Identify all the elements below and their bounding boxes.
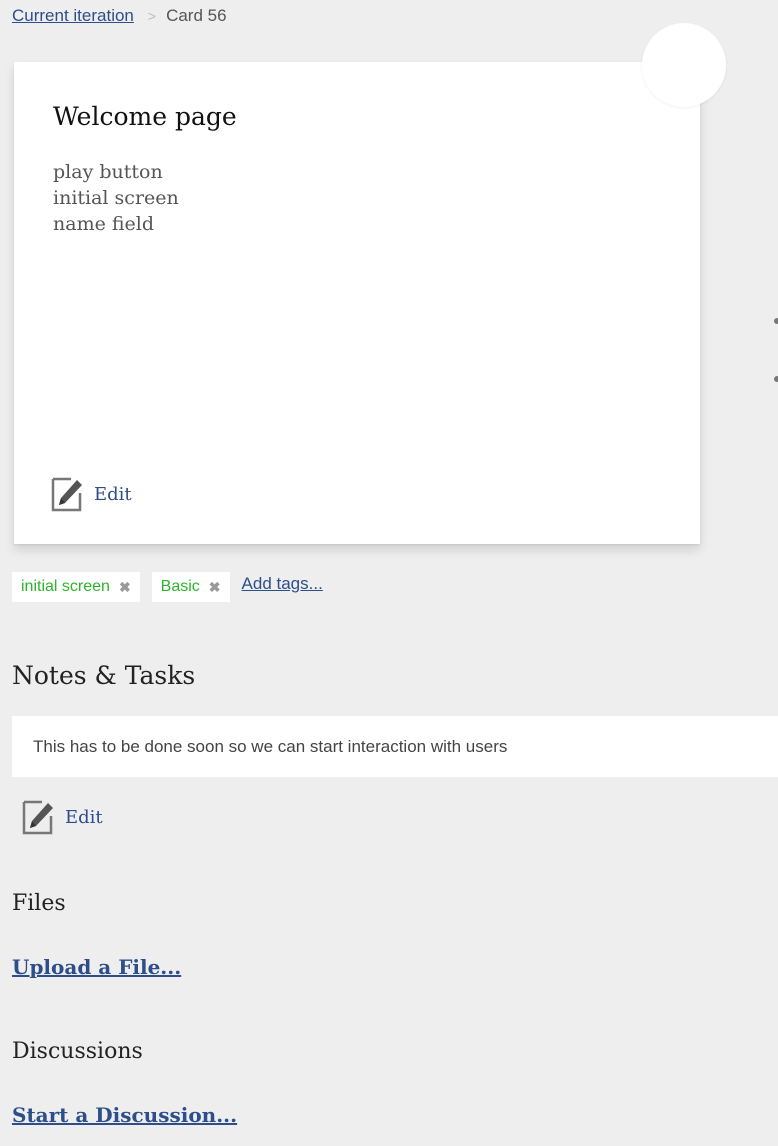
avatar[interactable] [642, 23, 726, 107]
card-description: play button initial screen name field [53, 159, 179, 237]
tag-initial-screen: initial screen ✖ [12, 572, 140, 602]
breadcrumb-separator: > [147, 8, 157, 24]
card-description-line: initial screen [53, 187, 179, 209]
upload-file-link[interactable]: Upload a File... [12, 955, 181, 979]
breadcrumb-current: Card 56 [166, 6, 227, 25]
notes-edit-label: Edit [65, 806, 103, 828]
story-card: Welcome page play button initial screen … [14, 62, 700, 544]
notes-title: Notes & Tasks [12, 661, 196, 690]
tag-label: initial screen [21, 578, 110, 595]
start-discussion-link[interactable]: Start a Discussion... [12, 1103, 237, 1127]
breadcrumb: Current iteration > Card 56 [12, 6, 227, 26]
card-edit-label: Edit [94, 483, 132, 505]
breadcrumb-current-iteration-link[interactable]: Current iteration [12, 6, 134, 26]
tag-basic: Basic ✖ [151, 572, 230, 602]
tag-list: initial screen ✖ Basic ✖ Add tags... [12, 572, 323, 602]
add-tags-link[interactable]: Add tags... [242, 574, 323, 594]
tag-label: Basic [160, 578, 200, 595]
card-description-line: play button [53, 161, 163, 183]
notes-text: This has to be done soon so we can start… [33, 736, 508, 756]
card-title: Welcome page [53, 102, 237, 131]
close-icon[interactable]: ✖ [209, 579, 221, 596]
more-dot-icon[interactable] [774, 376, 778, 382]
card-edit-button[interactable]: Edit [50, 475, 132, 513]
files-title: Files [12, 891, 66, 916]
card-description-line: name field [53, 213, 155, 235]
discussions-title: Discussions [12, 1039, 143, 1064]
edit-icon [51, 477, 82, 512]
more-dot-icon[interactable] [774, 318, 778, 324]
edit-icon [22, 800, 53, 835]
notes-box: This has to be done soon so we can start… [12, 716, 778, 777]
notes-edit-button[interactable]: Edit [21, 798, 103, 836]
close-icon[interactable]: ✖ [119, 579, 131, 596]
